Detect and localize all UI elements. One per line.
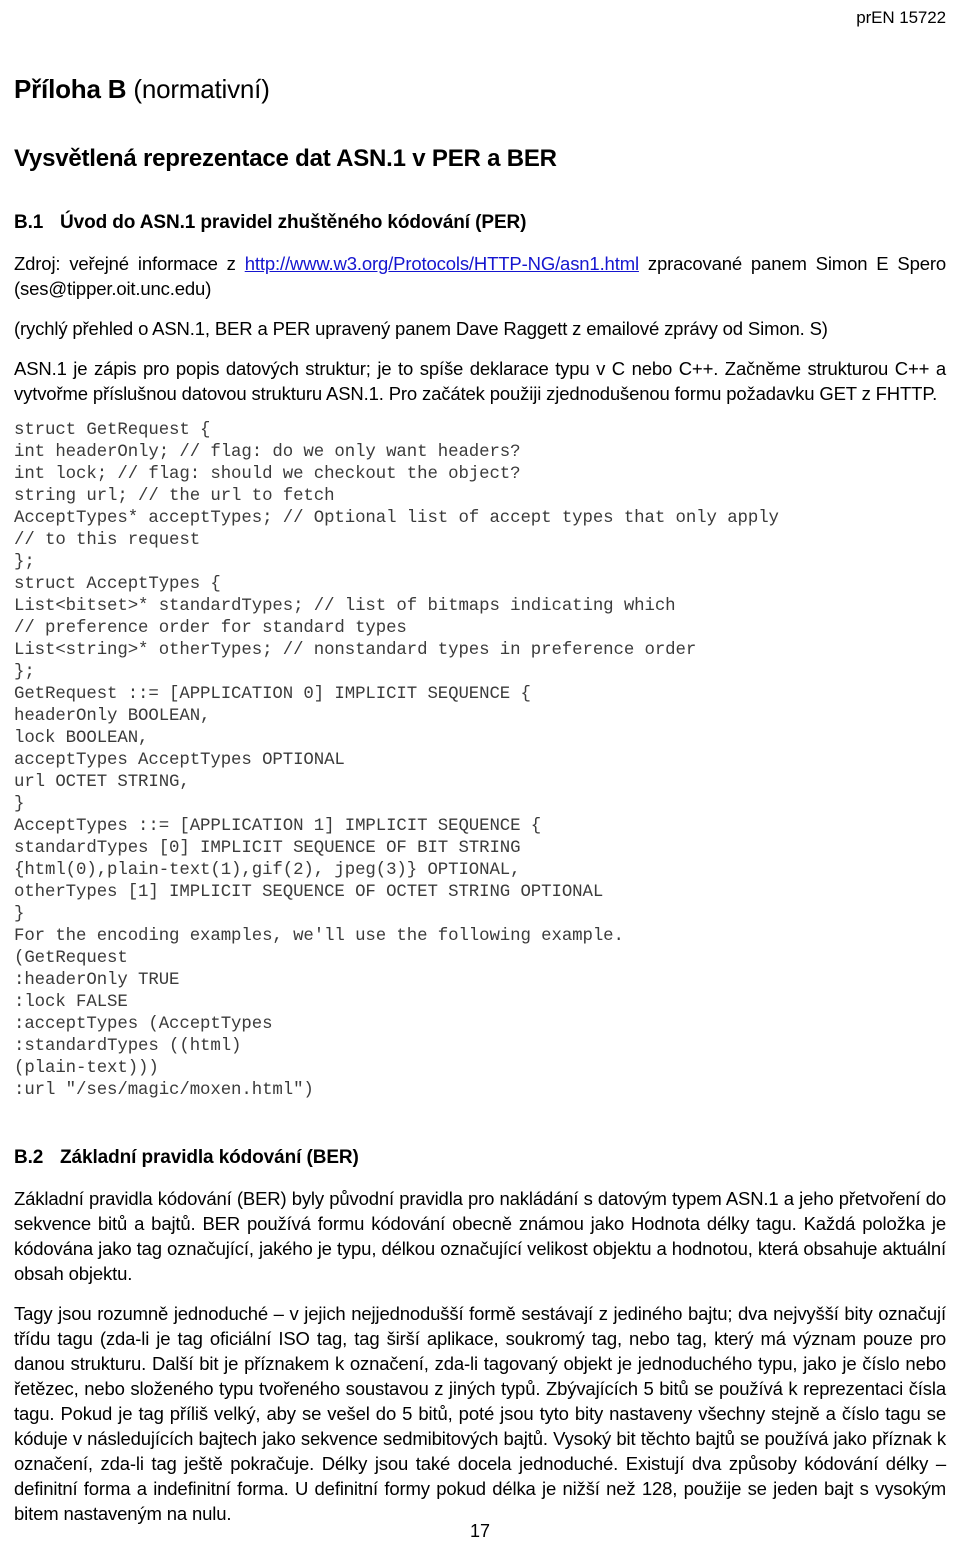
- document-number-header: prEN 15722: [856, 8, 946, 27]
- clause-title-b2: Základní pravidla kódování (BER): [60, 1147, 359, 1168]
- source-prefix-text: Zdroj: veřejné informace z: [14, 253, 245, 274]
- source-url-link[interactable]: http://www.w3.org/Protocols/HTTP-NG/asn1…: [245, 253, 639, 274]
- paragraph-overview: (rychlý přehled o ASN.1, BER a PER uprav…: [14, 318, 828, 339]
- code-listing-asn1: struct GetRequest { int headerOnly; // f…: [14, 421, 779, 1100]
- clause-number-b1: B.1: [14, 212, 44, 233]
- clause-heading-b2: B.2 Základní pravidla kódování (BER): [14, 1146, 946, 1169]
- annex-label: Příloha B: [14, 74, 127, 104]
- paragraph-ber-intro: Základní pravidla kódování (BER) byly pů…: [14, 1188, 946, 1284]
- document-page: prEN 15722 Příloha B (normativní) Vysvět…: [0, 0, 960, 1556]
- page-number: 17: [469, 1521, 491, 1541]
- paragraph-tags-detail: Tagy jsou rozumně jednoduché – v jejich …: [14, 1303, 946, 1524]
- annex-qualifier: (normativní): [126, 74, 270, 104]
- clause-title-b1: Úvod do ASN.1 pravidel zhuštěného kódová…: [60, 212, 527, 233]
- paragraph-source: Zdroj: veřejné informace z http://www.w3…: [14, 251, 946, 301]
- clause-heading-b1: B.1 Úvod do ASN.1 pravidel zhuštěného kód…: [14, 211, 946, 234]
- annex-title: Příloha B (normativní): [14, 74, 946, 104]
- clause-number-b2: B.2: [14, 1147, 44, 1168]
- paragraph-asn1-intro: ASN.1 je zápis pro popis datových strukt…: [14, 358, 946, 404]
- annex-subject-title: Vysvětlená reprezentace dat ASN.1 v PER …: [14, 145, 557, 172]
